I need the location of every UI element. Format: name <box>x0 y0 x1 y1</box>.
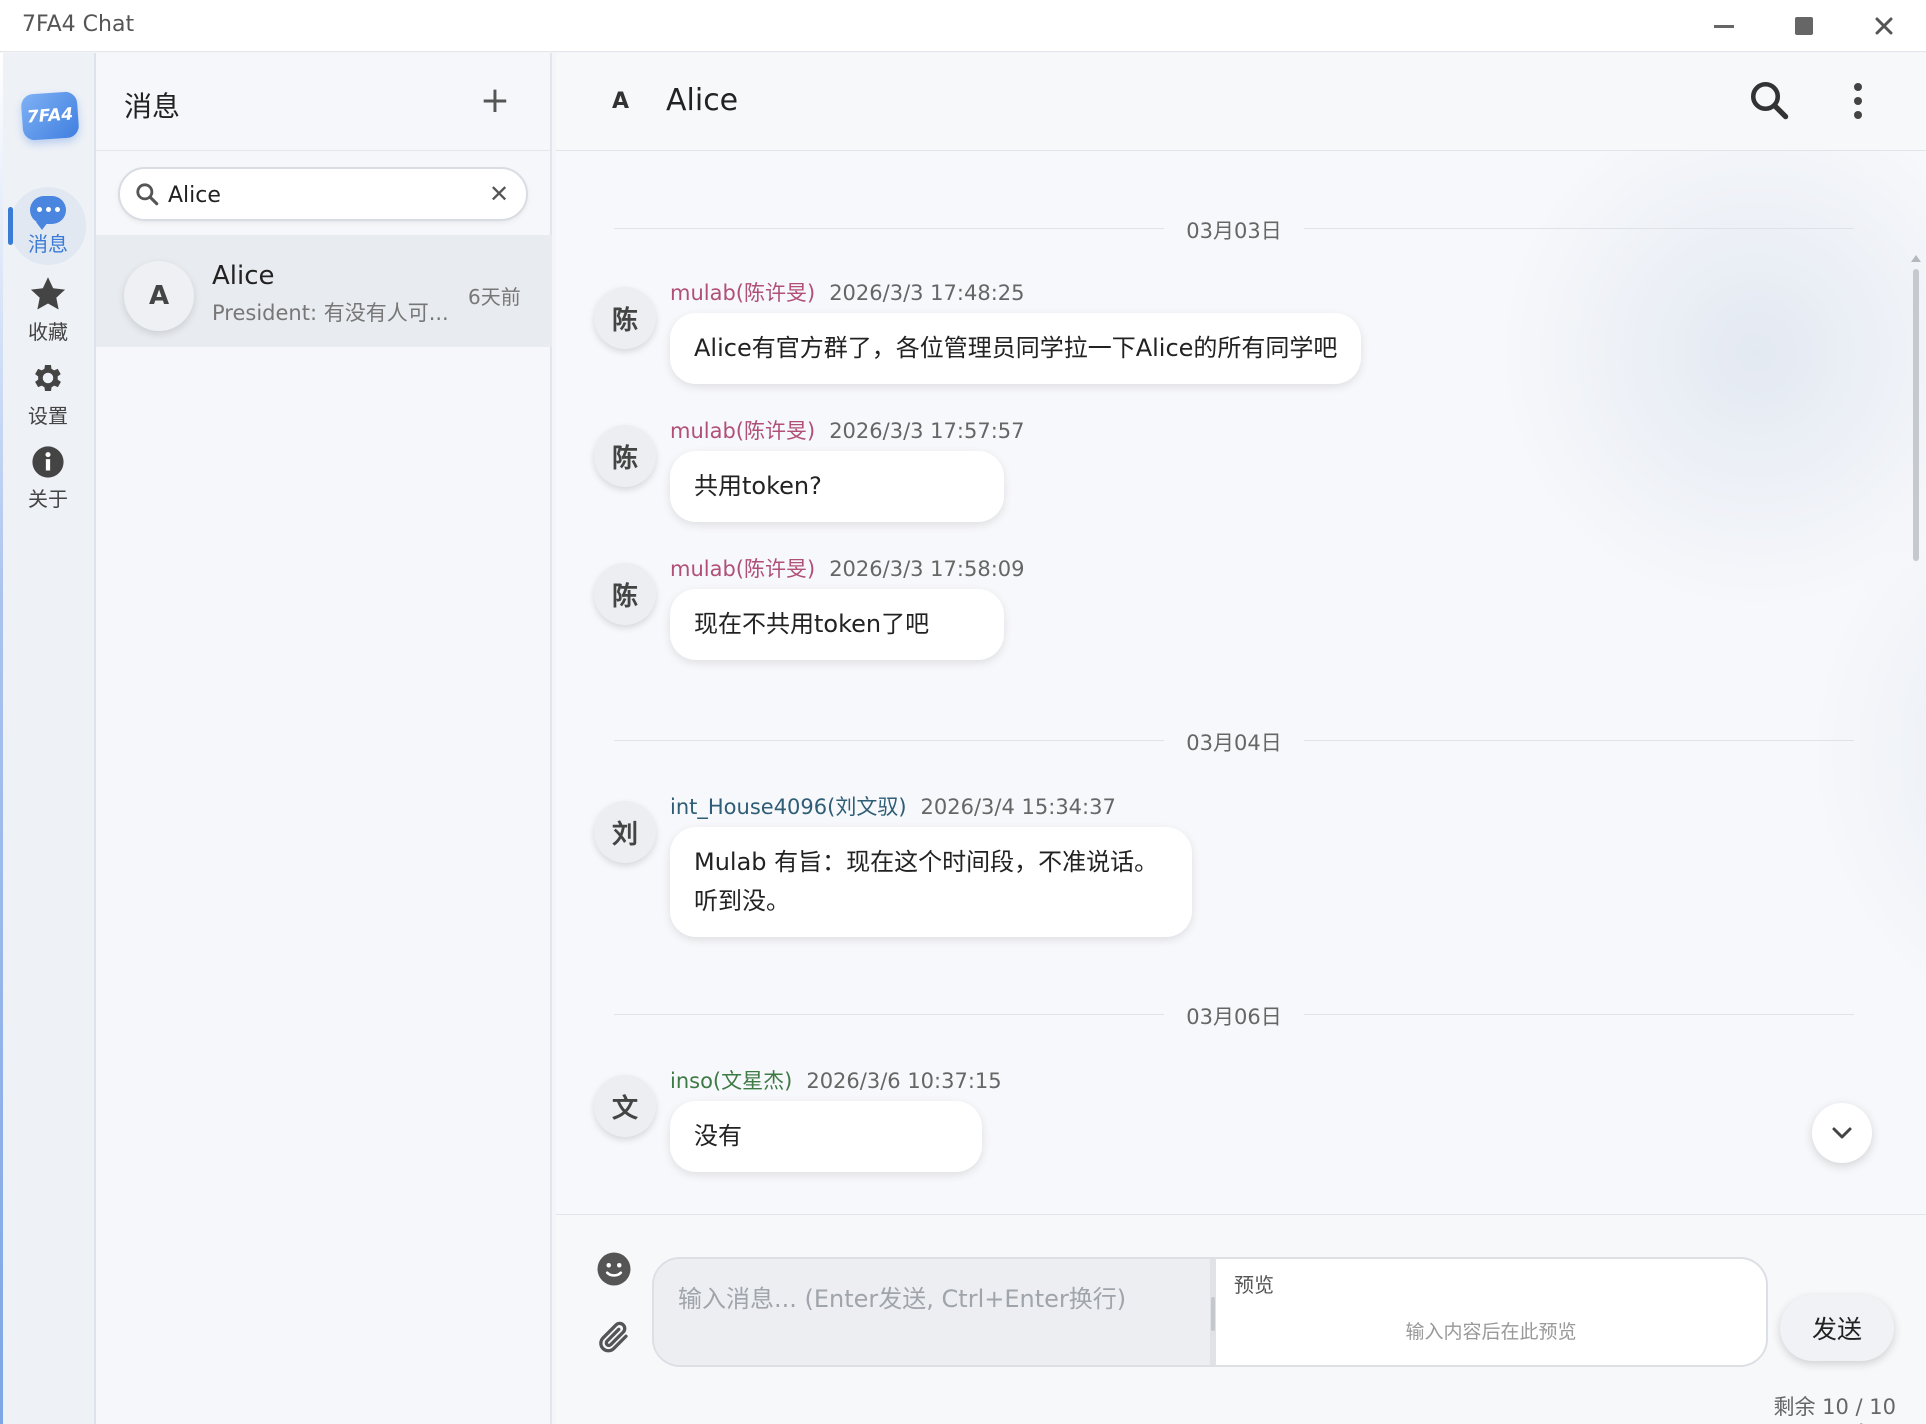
message-text-line: 听到没。 <box>694 887 790 915</box>
smiley-icon <box>597 1252 631 1286</box>
message-meta: mulab(陈许旻) 2026/3/3 17:48:25 <box>670 277 1025 307</box>
message-time: 2026/3/3 17:58:09 <box>829 557 1025 581</box>
rail-item-label: 设置 <box>28 403 68 428</box>
search-box: ✕ <box>118 167 528 221</box>
avatar: 陈 <box>594 563 656 625</box>
search-icon <box>1750 81 1789 120</box>
paperclip-icon <box>599 1321 628 1353</box>
rail-item-settings[interactable]: 设置 <box>10 355 86 433</box>
message-meta: mulab(陈许旻) 2026/3/3 17:58:09 <box>670 553 1025 583</box>
more-options-button[interactable] <box>1848 81 1868 121</box>
preview-pane: 预览 输入内容后在此预览 <box>1216 1259 1766 1365</box>
rail-item-messages[interactable]: 消息 <box>8 187 86 265</box>
more-icon <box>1854 83 1862 91</box>
rail-item-label: 关于 <box>28 486 68 511</box>
message-time: 2026/3/6 10:37:15 <box>806 1069 1002 1093</box>
clear-search-button[interactable]: ✕ <box>484 179 514 209</box>
close-icon <box>1875 17 1893 35</box>
avatar: 陈 <box>594 287 656 349</box>
rail-item-label: 消息 <box>28 231 68 256</box>
gear-icon <box>35 364 61 391</box>
attach-button[interactable] <box>596 1319 632 1359</box>
chat-title: Alice <box>666 83 739 118</box>
avatar: 陈 <box>594 425 656 487</box>
scroll-up-icon[interactable] <box>1911 255 1921 262</box>
chat-header: A Alice <box>556 53 1926 151</box>
conversation-time: 6天前 <box>468 285 521 309</box>
close-button[interactable] <box>1854 6 1914 46</box>
message-text-line: Mulab 有旨：现在这个时间段，不准说话。 <box>694 848 1159 876</box>
date-separator: 03月04日 <box>614 725 1854 755</box>
chat-panel: A Alice 03月03日 陈 mulab(陈许旻) 2026/3/3 17:4… <box>556 53 1926 1424</box>
message-meta: inso(文星杰) 2026/3/6 10:37:15 <box>670 1065 1002 1095</box>
sender-name: int_House4096(刘文驭) <box>670 795 907 819</box>
window-title: 7FA4 Chat <box>22 12 135 37</box>
star-icon <box>30 276 66 309</box>
sender-name: inso(文星杰) <box>670 1069 793 1093</box>
emoji-button[interactable] <box>596 1251 632 1291</box>
avatar: 文 <box>594 1075 656 1137</box>
app-logo: 7FA4 <box>20 91 80 141</box>
avatar: A <box>124 261 194 331</box>
info-icon <box>32 445 64 478</box>
minimize-button[interactable] <box>1694 6 1754 46</box>
add-conversation-button[interactable]: + <box>472 77 518 123</box>
search-input[interactable] <box>168 179 468 211</box>
message-bubble: Mulab 有旨：现在这个时间段，不准说话。 听到没。 <box>670 827 1192 937</box>
avatar: 刘 <box>594 801 656 863</box>
preview-hint: 输入内容后在此预览 <box>1405 1321 1577 1343</box>
message-bubble: 没有 <box>670 1101 982 1172</box>
sender-name: mulab(陈许旻) <box>670 557 816 581</box>
nav-rail: 7FA4 消息 收藏 设置 关于 <box>0 53 96 1424</box>
list-header: 消息 + <box>96 53 552 151</box>
preview-label: 预览 <box>1234 1273 1274 1297</box>
maximize-button[interactable] <box>1774 6 1834 46</box>
message-input[interactable] <box>654 1259 1210 1365</box>
rail-item-favorites[interactable]: 收藏 <box>10 271 86 349</box>
message-bubble: 现在不共用token了吧 <box>670 589 1004 660</box>
message-time: 2026/3/3 17:48:25 <box>829 281 1025 305</box>
maximize-icon <box>1795 17 1813 35</box>
sender-name: mulab(陈许旻) <box>670 281 816 305</box>
conversation-preview: President: 有没有人可... <box>212 301 449 325</box>
message-time: 2026/3/4 15:34:37 <box>920 795 1116 819</box>
rail-item-about[interactable]: 关于 <box>10 439 86 517</box>
message-meta: mulab(陈许旻) 2026/3/3 17:57:57 <box>670 415 1025 445</box>
search-icon <box>136 183 159 206</box>
minimize-icon <box>1714 24 1734 28</box>
chat-avatar: A <box>612 89 630 114</box>
scrollbar-thumb[interactable] <box>1913 269 1919 561</box>
message-meta: int_House4096(刘文驭) 2026/3/4 15:34:37 <box>670 791 1116 821</box>
conversation-item[interactable]: A Alice President: 有没有人可... 6天前 <box>96 235 552 347</box>
conversation-name: Alice <box>212 261 275 291</box>
list-heading: 消息 <box>124 90 181 123</box>
scroll-to-bottom-button[interactable] <box>1812 1103 1872 1163</box>
chat-search-button[interactable] <box>1748 79 1790 125</box>
message-bubble: 共用token? <box>670 451 1004 522</box>
rail-item-label: 收藏 <box>28 319 68 344</box>
message-bubble: Alice有官方群了，各位管理员同学拉一下Alice的所有同学吧 <box>670 313 1362 384</box>
token-counter: 剩余 10 / 10 token <box>1773 1395 1896 1424</box>
send-button[interactable]: 发送 <box>1780 1295 1894 1361</box>
chat-bubble-icon <box>30 195 66 230</box>
message-input-box: 预览 输入内容后在此预览 <box>652 1257 1768 1367</box>
message-list[interactable]: 03月03日 陈 mulab(陈许旻) 2026/3/3 17:48:25 Ali… <box>556 151 1926 1214</box>
title-bar: 7FA4 Chat <box>0 0 1926 52</box>
date-separator: 03月06日 <box>614 999 1854 1029</box>
message-time: 2026/3/3 17:57:57 <box>829 419 1025 443</box>
date-separator: 03月03日 <box>614 213 1854 243</box>
sender-name: mulab(陈许旻) <box>670 419 816 443</box>
conversation-list-panel: 消息 + ✕ A Alice President: 有没有人可... 6天前 <box>96 53 552 1424</box>
chevron-down-icon <box>1832 1127 1852 1139</box>
composer: 预览 输入内容后在此预览 发送 剩余 10 / 10 token <box>556 1214 1926 1424</box>
